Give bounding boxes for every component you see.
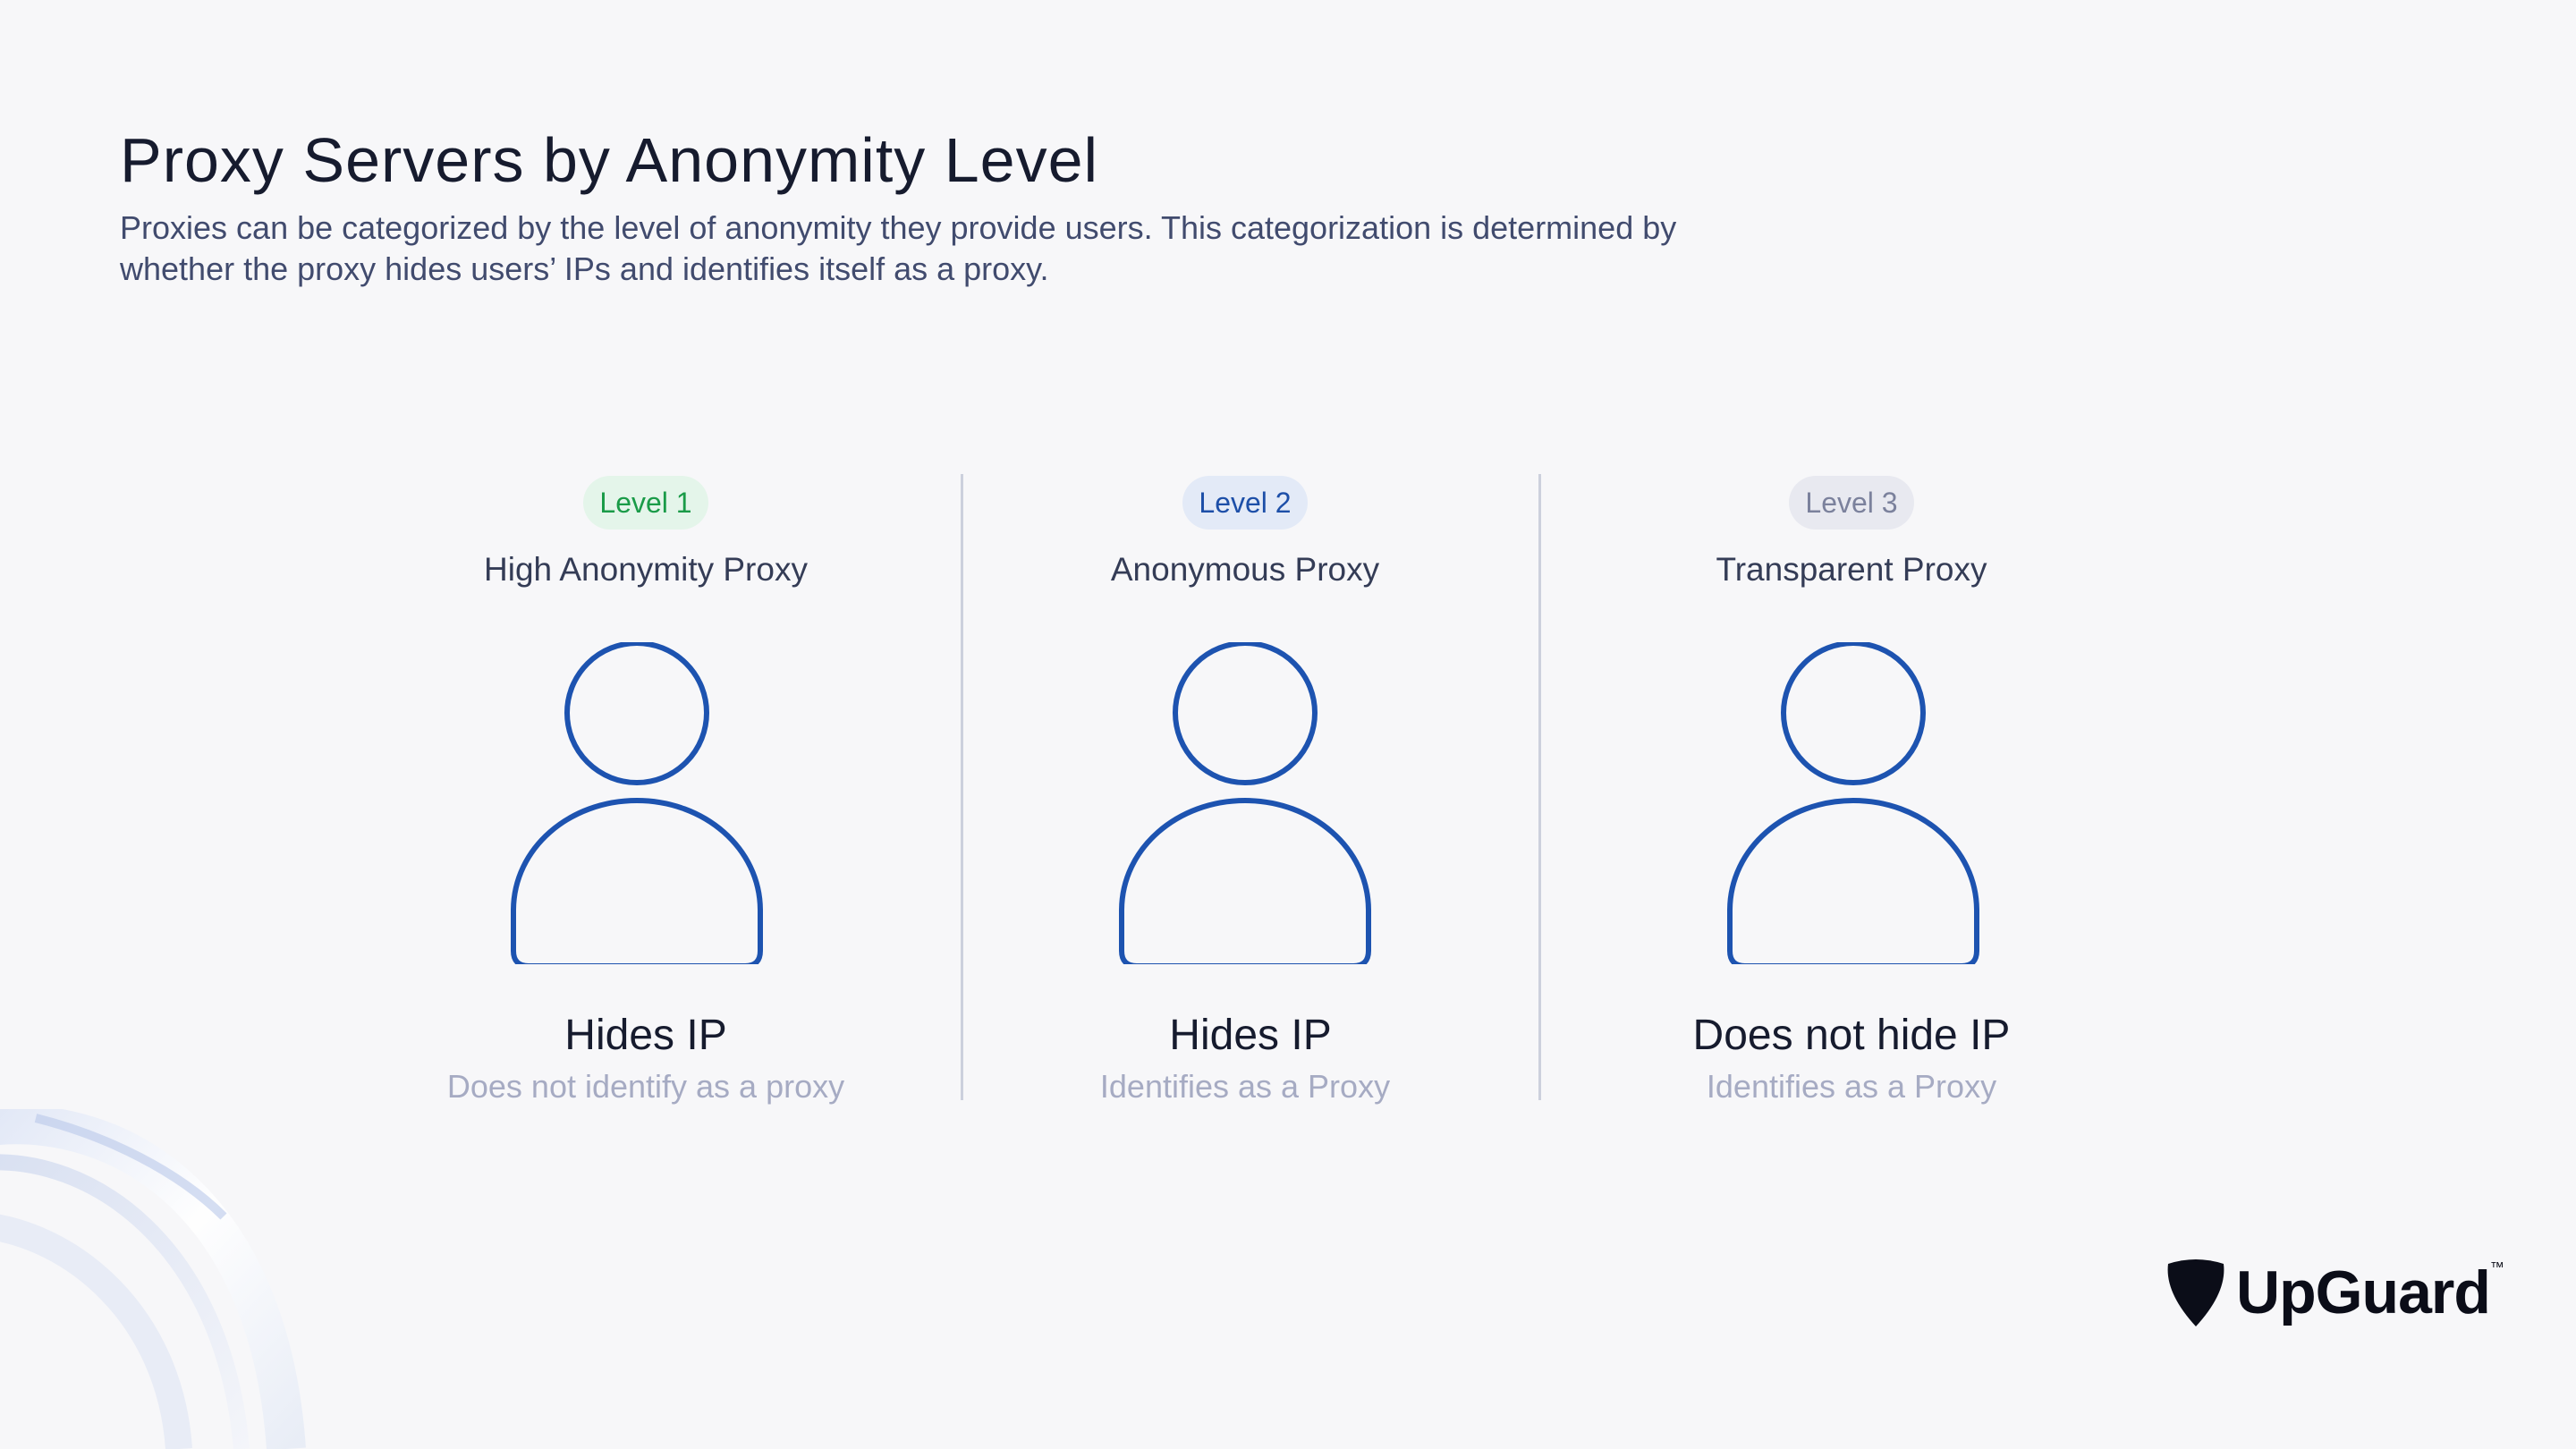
level-2-ip-status: Hides IP: [1169, 1012, 1332, 1059]
user-outline-icon: [1119, 642, 1371, 964]
user-outline-icon: [1727, 642, 1979, 964]
level-2-proxy-status: Identifies as a Proxy: [1099, 1068, 1391, 1105]
level-2-badge: Level 2: [1182, 476, 1308, 530]
decorative-rings: [0, 1109, 306, 1449]
level-1-name: High Anonymity Proxy: [484, 551, 808, 588]
upguard-logo: UpGuard ™: [2165, 1252, 2504, 1333]
brand-name: UpGuard: [2236, 1258, 2491, 1326]
level-2-name: Anonymous Proxy: [1110, 551, 1380, 588]
level-3-badge: Level 3: [1789, 476, 1914, 530]
trademark-symbol: ™: [2489, 1260, 2504, 1275]
level-2-column: Level 2 Anonymous Proxy Hides IP Identif…: [941, 476, 1549, 1105]
level-3-proxy-status: Identifies as a Proxy: [1706, 1068, 1997, 1105]
user-outline-icon: [511, 642, 763, 964]
level-3-name: Transparent Proxy: [1716, 551, 1987, 588]
level-1-badge: Level 1: [583, 476, 708, 530]
level-1-column: Level 1 High Anonymity Proxy Hides IP Do…: [342, 476, 950, 1105]
upguard-shield-icon: [2167, 1259, 2224, 1326]
column-divider: [1538, 474, 1541, 1100]
level-1-ip-status: Hides IP: [564, 1012, 727, 1059]
level-3-ip-status: Does not hide IP: [1692, 1012, 2011, 1059]
level-1-proxy-status: Does not identify as a proxy: [446, 1068, 845, 1105]
page-title: Proxy Servers by Anonymity Level: [120, 125, 1099, 195]
page-subtitle: Proxies can be categorized by the level …: [120, 209, 1677, 287]
level-3-column: Level 3 Transparent Proxy Does not hide …: [1547, 476, 2156, 1105]
